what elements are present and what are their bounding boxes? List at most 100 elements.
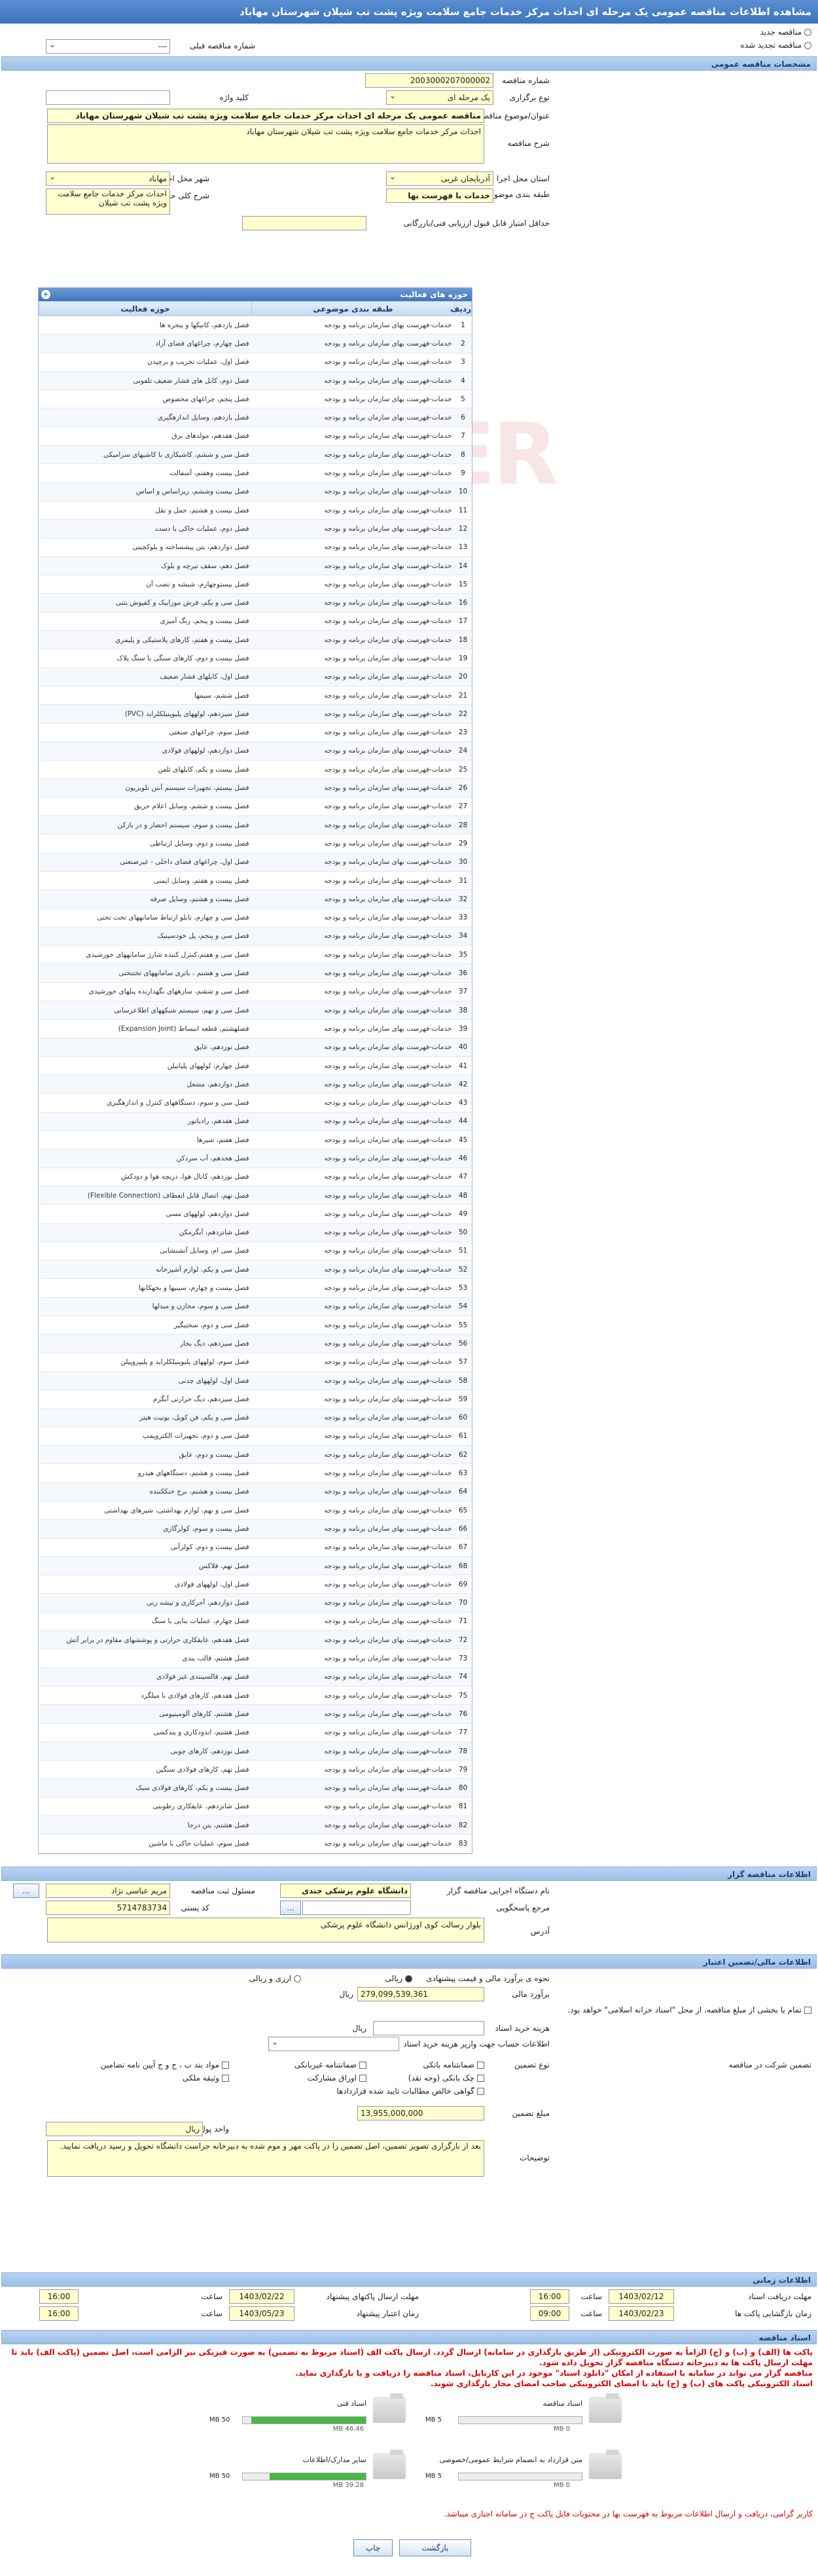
g-nonbank[interactable]: ضمانتنامه غیربانکی	[294, 2060, 366, 2069]
cell-field: فصل بیست وششم، زیراساس و اساس	[39, 482, 252, 501]
min-score-field[interactable]	[242, 216, 366, 230]
checkbox-icon[interactable]	[359, 2075, 366, 2082]
g-claim[interactable]: گواهی خالص مطالبات تایید شده قراردادها	[336, 2086, 484, 2096]
file-title: اسناد فنی	[336, 2399, 366, 2408]
guarantee-desc-field[interactable]: بعد از بارگزاری تصویر تضمین، اصل تضمین ر…	[47, 2140, 484, 2177]
file-box[interactable]: اسناد مناقصه 5 MB 0 MB	[425, 2393, 622, 2446]
credit-option[interactable]: تمام یا بخشی از مبلغ مناقصه، از محل "اسن…	[568, 2005, 811, 2014]
category-field[interactable]: خدمات با فهرست بها	[386, 188, 493, 203]
doc-cost-currency: ریال	[352, 2024, 366, 2033]
radio-icon[interactable]	[294, 1975, 301, 1982]
g-share[interactable]: اوراق مشارکت	[308, 2073, 366, 2083]
folder-icon[interactable]	[589, 2393, 622, 2423]
cell-category: خدمات-فهرست بهای سازمان برنامه و بودجه	[251, 1575, 455, 1594]
cell-category: خدمات-فهرست بهای سازمان برنامه و بودجه	[251, 778, 455, 798]
checkbox-icon[interactable]	[477, 2075, 484, 2082]
tender-no-field[interactable]: 2003000207000002	[365, 73, 493, 88]
validity-date[interactable]: 1403/05/23	[229, 2306, 294, 2321]
responsible-more-button[interactable]: ...	[13, 1884, 39, 1898]
send-deadline-time[interactable]: 16:00	[39, 2289, 79, 2304]
cell-no: 68	[454, 1556, 472, 1576]
amount-field[interactable]: 13,955,000,000	[357, 2106, 484, 2120]
checkbox-icon[interactable]	[222, 2062, 229, 2069]
receive-deadline-date[interactable]: 1403/02/12	[609, 2289, 674, 2304]
cell-no: 59	[454, 1389, 472, 1409]
account-select[interactable]	[268, 2037, 399, 2051]
g-deposit[interactable]: وثیقه ملکی	[183, 2073, 229, 2083]
cell-no: 7	[454, 427, 472, 446]
address-field[interactable]: بلوار رسالت کوی اورژانس دانشگاه علوم پزش…	[47, 1918, 484, 1942]
activity-grid: حوزه های فعالیت + ردیف طبقه بندی موضوعی ح…	[38, 287, 472, 1854]
opt-rial-fx[interactable]: ارزی و ریالی	[249, 1974, 301, 1983]
open-date[interactable]: 1403/02/23	[609, 2306, 674, 2321]
file-box[interactable]: سایر مدارک/اطلاعات 50 MB 39.28 MB	[209, 2450, 406, 2503]
cell-no: 60	[454, 1408, 472, 1427]
table-row: 65 خدمات-فهرست بهای سازمان برنامه و بودجه…	[39, 1501, 472, 1520]
desc-field[interactable]: احداث مرکز خدمات جامع سلامت ویژه پشت تب …	[47, 124, 484, 164]
cell-category: خدمات-فهرست بهای سازمان برنامه و بودجه	[251, 1297, 455, 1317]
renewed-tender-option[interactable]: مناقصه تجدید شده	[740, 41, 811, 50]
new-tender-option[interactable]: مناقصه جدید	[760, 27, 811, 37]
file-box[interactable]: متن قرارداد به انضمام شرایط عمومی/خصوصی …	[425, 2450, 622, 2503]
activity-rows: 1 خدمات-فهرست بهای سازمان برنامه و بودجه ف…	[39, 315, 472, 1853]
cell-no: 47	[454, 1168, 472, 1187]
folder-icon[interactable]	[589, 2450, 622, 2479]
checkbox-icon[interactable]	[222, 2075, 229, 2082]
ref-field[interactable]	[302, 1901, 411, 1915]
subject-field[interactable]: مناقصه عمومی یک مرحله ای احداث مرکز خدما…	[47, 109, 484, 123]
cell-category: خدمات-فهرست بهای سازمان برنامه و بودجه	[251, 612, 455, 632]
checkbox-icon[interactable]	[359, 2062, 366, 2069]
cell-field: فصل سیزدهم، لولههای پلیوینیلکلراید (PVC)	[39, 704, 252, 724]
radio-icon[interactable]	[804, 42, 811, 49]
cell-category: خدمات-فهرست بهای سازمان برنامه و بودجه	[251, 1686, 455, 1706]
validity-time[interactable]: 16:00	[39, 2306, 79, 2321]
send-deadline-date[interactable]: 1403/02/22	[229, 2289, 294, 2304]
province-select[interactable]: آذربایجان غربی	[386, 171, 493, 186]
scope-field[interactable]: احداث مرکز خدمات جامع سلامت ویژه پشت تب …	[46, 188, 170, 215]
table-row: 30 خدمات-فهرست بهای سازمان برنامه و بودجه…	[39, 853, 472, 872]
cell-no: 6	[454, 408, 472, 427]
docs-section: اسناد مناقصه پاکت ها (الف) و (ب) و (ج) ا…	[0, 2327, 818, 2564]
folder-icon[interactable]	[373, 2450, 406, 2479]
checkbox-icon[interactable]	[804, 2007, 811, 2014]
cell-field: فصل دوم، کابل های فشار ضعیف تلفونی	[39, 371, 252, 391]
city-select[interactable]: مهاباد	[46, 171, 170, 186]
cell-category: خدمات-فهرست بهای سازمان برنامه و بودجه	[251, 668, 455, 687]
receive-deadline-time[interactable]: 16:00	[530, 2289, 569, 2304]
file-box[interactable]: اسناد فنی 50 MB 46.46 MB	[209, 2393, 406, 2446]
table-row: 53 خدمات-فهرست بهای سازمان برنامه و بودجه…	[39, 1278, 472, 1298]
opt-rial[interactable]: ریالی	[385, 1974, 412, 1983]
g-bank[interactable]: ضمانتنامه بانکی	[423, 2060, 484, 2069]
estimate-field[interactable]: 279,099,539,361	[357, 1987, 484, 2001]
cell-no: 35	[454, 945, 472, 965]
cell-no: 27	[454, 797, 472, 817]
radio-icon[interactable]	[804, 29, 811, 36]
doc-cost-field[interactable]	[373, 2021, 484, 2035]
cell-field: فصل نهم، فالسینندی غیر فولادی	[39, 1668, 252, 1687]
postal-field[interactable]: 5714783734	[46, 1901, 170, 1915]
unit-field[interactable]: ریال	[46, 2122, 203, 2136]
validity-label: زمان اعتبار پیشنهاد	[356, 2309, 419, 2318]
folder-icon[interactable]	[373, 2393, 406, 2423]
expand-icon[interactable]: +	[41, 290, 50, 299]
prev-number-select[interactable]: ---	[46, 39, 170, 54]
cell-no: 74	[454, 1668, 472, 1687]
cell-field: فصل سی و نهم، سیستم شبکههای اطلاعرسانی	[39, 1001, 252, 1020]
print-button[interactable]: چاپ	[353, 2539, 393, 2556]
cell-field: فصل بیست و سوم، کولرگازی	[39, 1519, 252, 1539]
g-check[interactable]: چک بانکی (وجه نقد)	[408, 2073, 484, 2083]
table-row: 54 خدمات-فهرست بهای سازمان برنامه و بودجه…	[39, 1297, 472, 1317]
cell-field: فصل چهارم، عملیات بنایی با سنگ	[39, 1612, 252, 1632]
checkbox-icon[interactable]	[477, 2088, 484, 2095]
responsible-field[interactable]: مریم عباسی نژاد	[46, 1884, 170, 1898]
keyword-field[interactable]	[46, 90, 170, 105]
open-time[interactable]: 09:00	[530, 2306, 569, 2321]
type-select[interactable]: یک مرحله ای	[386, 90, 493, 105]
cell-no: 65	[454, 1501, 472, 1520]
checkbox-icon[interactable]	[477, 2062, 484, 2069]
back-button[interactable]: بازگشت	[399, 2539, 471, 2556]
org-field[interactable]: دانشگاه علوم پزشکی جندی	[280, 1884, 411, 1898]
g-cash[interactable]: مواد بند ب ، ج و ج آیین نامه تضامین	[101, 2060, 229, 2069]
radio-icon[interactable]	[405, 1975, 412, 1982]
ref-pick-button[interactable]: ...	[280, 1901, 301, 1915]
